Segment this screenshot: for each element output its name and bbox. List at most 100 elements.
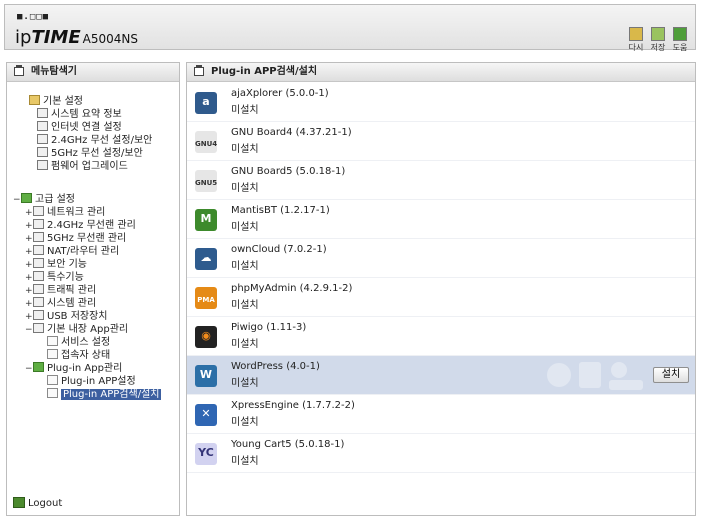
tree-item-label: NAT/라우터 관리 — [47, 246, 120, 257]
tree-item-label: 2.4GHz 무선랜 관리 — [47, 220, 136, 231]
tree-plugin-settings[interactable]: Plug-in APP설정 — [47, 375, 136, 388]
tree-special-features[interactable]: + 특수기능 — [25, 271, 84, 284]
tree-wifi24-management[interactable]: +2.4GHz 무선랜 관리 — [25, 219, 136, 232]
expand-toggle[interactable]: + — [25, 311, 33, 323]
tree-wifi24-settings[interactable]: 2.4GHz 무선 설정/보안 — [37, 134, 152, 147]
install-button[interactable]: 설치 — [653, 367, 689, 383]
app-row[interactable]: ✕ XpressEngine (1.7.7.2-2) 미설치 — [187, 395, 695, 434]
collapse-toggle[interactable]: − — [13, 194, 21, 206]
app-icon-glyph: YC — [198, 446, 214, 459]
app-row[interactable]: ☁ ownCloud (7.0.2-1) 미설치 — [187, 239, 695, 278]
tree-firmware-upgrade[interactable]: 펌웨어 업그레이드 — [37, 160, 128, 173]
app-status: 미설치 — [231, 222, 259, 233]
help-button[interactable]: 도움 — [669, 27, 691, 53]
page-icon — [47, 388, 58, 398]
header-bar: ■.□□■ ipTIME A5004NS 다시 저장 도움 — [4, 4, 696, 53]
tree-item-label: 서비스 설정 — [61, 337, 111, 348]
app-icon: GNU4 — [195, 131, 217, 153]
save-icon — [651, 27, 665, 41]
special-icon — [33, 271, 44, 281]
expand-toggle[interactable]: + — [25, 259, 33, 271]
wifi-icon — [37, 147, 48, 157]
app-status: 미설치 — [231, 105, 259, 116]
chart-icon — [37, 108, 48, 118]
menu-explorer-title-text: 메뉴탐색기 — [31, 66, 77, 77]
expand-toggle[interactable]: + — [25, 220, 33, 232]
app-icon — [33, 323, 44, 333]
app-status: 미설치 — [231, 339, 259, 350]
network-icon — [33, 206, 44, 216]
tree-basic-settings[interactable]: 기본 설정 — [21, 95, 83, 108]
tree-plugin-search-install[interactable]: Plug-in APP검색/설치 — [47, 388, 162, 401]
tree-network-management[interactable]: + 네트워크 관리 — [25, 206, 105, 219]
tree-internet-settings[interactable]: 인터넷 연결 설정 — [37, 121, 122, 134]
system-icon — [33, 297, 44, 307]
save-label: 저장 — [650, 43, 666, 52]
tree-wifi5-settings[interactable]: 5GHz 무선 설정/보안 — [37, 147, 143, 160]
app-status: 미설치 — [231, 261, 259, 272]
refresh-icon — [629, 27, 643, 41]
app-icon: ✕ — [195, 404, 217, 426]
refresh-button[interactable]: 다시 — [625, 27, 647, 53]
page-icon — [47, 349, 58, 359]
page-icon — [47, 375, 58, 385]
tree-item-label: 트래픽 관리 — [47, 285, 97, 296]
app-icon-glyph: ☁ — [200, 251, 212, 264]
tree-traffic-management[interactable]: + 트래픽 관리 — [25, 284, 96, 297]
app-status: 미설치 — [231, 183, 259, 194]
help-icon — [673, 27, 687, 41]
app-name: Piwigo (1.11-3) — [231, 322, 307, 333]
tree-plugin-app[interactable]: − Plug-in App관리 — [25, 362, 122, 375]
tree-item-label: 특수기능 — [47, 272, 84, 283]
tree-system-management[interactable]: + 시스템 관리 — [25, 297, 96, 310]
help-label: 도움 — [672, 43, 688, 52]
app-icon: ☁ — [195, 248, 217, 270]
refresh-label: 다시 — [628, 43, 644, 52]
app-status: 미설치 — [231, 144, 259, 155]
tree-item-label: 접속자 상태 — [61, 350, 111, 361]
app-row[interactable]: GNU4 GNU Board4 (4.37.21-1) 미설치 — [187, 122, 695, 161]
app-row[interactable]: YC Young Cart5 (5.0.18-1) 미설치 — [187, 434, 695, 473]
tree-usb-storage[interactable]: + USB 저장장치 — [25, 310, 108, 323]
save-button[interactable]: 저장 — [647, 27, 669, 53]
tree-system-summary[interactable]: 시스템 요약 정보 — [37, 108, 122, 121]
tree-security[interactable]: + 보안 기능 — [25, 258, 87, 271]
plugin-install-title-text: Plug-in APP검색/설치 — [211, 66, 318, 77]
app-name: XpressEngine (1.7.7.2-2) — [231, 400, 355, 411]
tree-nat-router[interactable]: + NAT/라우터 관리 — [25, 245, 119, 258]
expand-toggle[interactable]: + — [25, 246, 33, 258]
tree-builtin-app[interactable]: − 기본 내장 App관리 — [25, 323, 128, 336]
app-icon-glyph: ✕ — [201, 407, 211, 420]
tree-wifi5-management[interactable]: +5GHz 무선랜 관리 — [25, 232, 126, 245]
tree-item-label: 인터넷 연결 설정 — [51, 122, 122, 133]
app-row[interactable]: a ajaXplorer (5.0.0-1) 미설치 — [187, 83, 695, 122]
expand-toggle[interactable]: + — [25, 233, 33, 245]
tree-plugin-app-label: Plug-in App관리 — [47, 363, 123, 374]
app-status: 미설치 — [231, 456, 259, 467]
expand-toggle[interactable]: + — [25, 272, 33, 284]
collapse-toggle[interactable]: − — [25, 324, 33, 336]
app-status: 미설치 — [231, 300, 259, 311]
app-row[interactable]: PMA phpMyAdmin (4.2.9.1-2) 미설치 — [187, 278, 695, 317]
logo-dots: ■.□□■ — [17, 12, 50, 22]
app-row[interactable]: GNU5 GNU Board5 (5.0.18-1) 미설치 — [187, 161, 695, 200]
app-icon-glyph: PMA — [197, 296, 215, 304]
logout-link[interactable]: Logout — [13, 497, 62, 509]
collapse-toggle[interactable]: − — [25, 363, 33, 375]
firmware-icon — [37, 160, 48, 170]
app-icon-glyph: GNU5 — [195, 179, 218, 187]
app-row[interactable]: W WordPress (4.0-1) 미설치 설치 — [187, 356, 695, 395]
tree-service-settings[interactable]: 서비스 설정 — [47, 336, 110, 349]
app-name: GNU Board4 (4.37.21-1) — [231, 127, 352, 138]
app-row[interactable]: ◉ Piwigo (1.11-3) 미설치 — [187, 317, 695, 356]
app-icon: M — [195, 209, 217, 231]
expand-toggle[interactable]: + — [25, 285, 33, 297]
expand-toggle[interactable]: + — [25, 207, 33, 219]
app-icon: YC — [195, 443, 217, 465]
app-name: WordPress (4.0-1) — [231, 361, 320, 372]
tree-item-label: 네트워크 관리 — [47, 207, 106, 218]
tree-connection-status[interactable]: 접속자 상태 — [47, 349, 110, 362]
tree-advanced-settings[interactable]: − 고급 설정 — [13, 193, 75, 206]
app-row[interactable]: M MantisBT (1.2.17-1) 미설치 — [187, 200, 695, 239]
expand-toggle[interactable]: + — [25, 298, 33, 310]
